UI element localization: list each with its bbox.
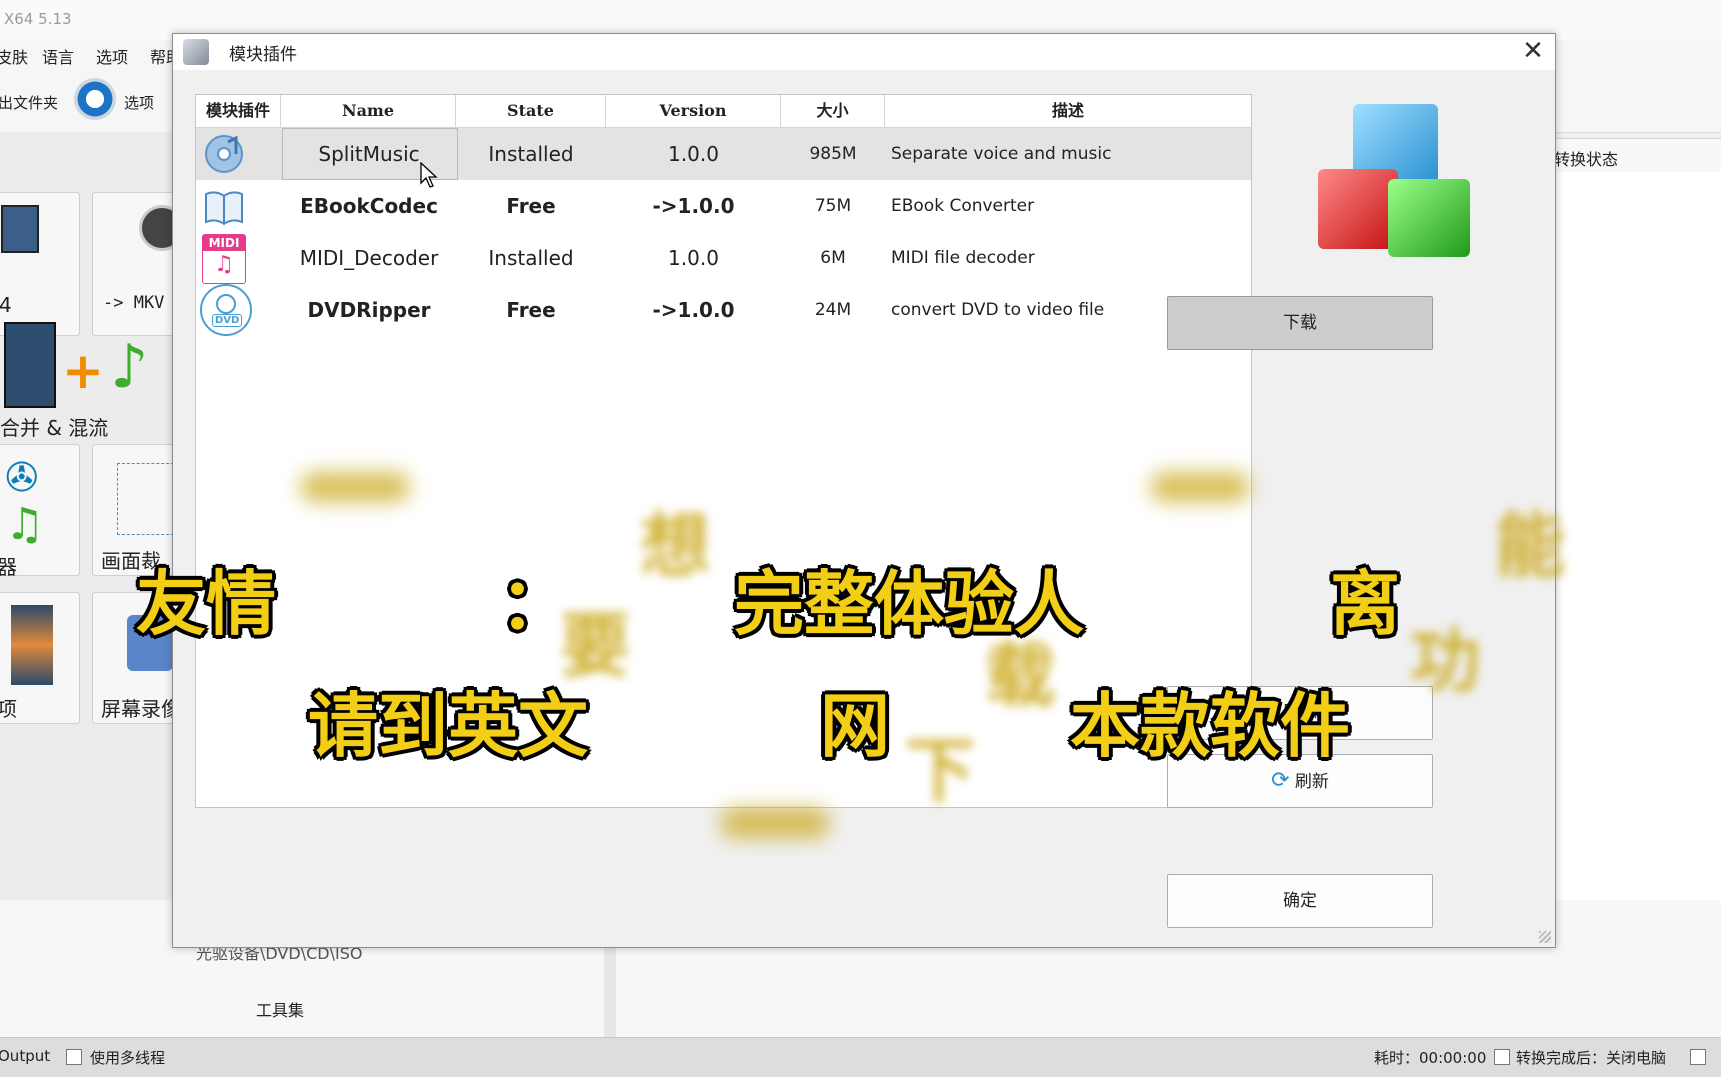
tile-converter-label: 器	[0, 555, 17, 579]
subtitle-word: 网	[820, 685, 890, 767]
plugin-description: Separate voice and music	[891, 144, 1112, 164]
dvd-icon-label: DVD	[212, 314, 243, 327]
plugin-name: DVDRipper	[307, 298, 431, 322]
tile-to-mkv-label: -> MKV	[103, 293, 165, 313]
subtitle-blur	[1150, 472, 1250, 502]
subtitle-word: 本款软件	[1070, 685, 1350, 767]
film-reel-icon: ✇	[5, 455, 39, 501]
note-icon: ♫	[5, 499, 45, 550]
subtitle-blur	[300, 472, 410, 502]
tools-label[interactable]: 工具集	[256, 997, 304, 1021]
photos-icon	[11, 605, 53, 685]
multithread-checkbox[interactable]	[66, 1049, 82, 1065]
output-folder-button[interactable]: 出文件夹	[0, 92, 58, 113]
floating-char: 功	[1410, 620, 1480, 702]
plugin-description: MIDI file decoder	[891, 248, 1035, 268]
app-title: X64 5.13	[4, 10, 72, 28]
ebook-icon	[205, 191, 243, 226]
subtitle-word: ：	[500, 563, 570, 645]
col-version[interactable]: Version	[606, 95, 781, 128]
subtitle-blur	[720, 808, 830, 838]
close-button[interactable]: ✕	[1517, 36, 1549, 68]
table-row[interactable]: DVD DVDRipper Free ->1.0.0 24M convert D…	[196, 284, 1251, 336]
menu-skin[interactable]: 皮肤	[0, 44, 28, 68]
col-plugin[interactable]: 模块插件	[196, 95, 281, 128]
midi-icon: MIDI ♫	[202, 234, 246, 284]
plugin-state: Installed	[488, 142, 574, 166]
plugin-state: Free	[506, 298, 556, 322]
floating-char: 想	[640, 505, 710, 587]
plugin-cubes-icon	[1318, 104, 1470, 257]
table-row[interactable]: SplitMusic Installed 1.0.0 985M Separate…	[196, 128, 1251, 188]
tile-converter[interactable]: ✇ ♫ 器	[0, 444, 80, 579]
music-split-icon	[205, 135, 243, 173]
tile-images-label: 项	[0, 697, 17, 721]
plugin-size: 985M	[809, 144, 857, 164]
crop-icon	[117, 463, 179, 535]
resize-grip-icon[interactable]	[1539, 931, 1551, 943]
conversion-state-header: 转换状态	[1545, 138, 1721, 174]
tile-merge[interactable]: + ♪ 合并 & 混流	[0, 312, 175, 440]
menu-language[interactable]: 语言	[42, 44, 74, 68]
options-button[interactable]: 选项	[124, 92, 154, 113]
subtitle-word: 完整体验人	[734, 563, 1084, 645]
menu-options[interactable]: 选项	[96, 44, 128, 68]
plugin-name: MIDI_Decoder	[299, 246, 439, 270]
plugin-description: EBook Converter	[891, 196, 1035, 216]
output-label: Output	[0, 1047, 51, 1065]
plugin-app-icon	[183, 39, 209, 65]
table-row[interactable]: EBookCodec Free ->1.0.0 75M EBook Conver…	[196, 180, 1251, 232]
elapsed-time: 耗时：00:00:00	[1374, 1049, 1487, 1067]
film-icon	[1, 205, 39, 253]
plugin-version: ->1.0.0	[652, 298, 735, 322]
download-button[interactable]: 下载	[1167, 296, 1433, 350]
dvd-icon: DVD	[200, 284, 252, 336]
music-note-icon: ♪	[110, 332, 149, 402]
plugin-version: 1.0.0	[668, 246, 719, 270]
plugin-size: 6M	[820, 248, 846, 268]
subtitle-word: 离	[1330, 563, 1400, 645]
multithread-label: 使用多线程	[90, 1049, 166, 1067]
after-done-checkbox[interactable]	[1494, 1049, 1510, 1065]
refresh-icon: ⟳	[1271, 768, 1290, 793]
col-name[interactable]: Name	[281, 95, 456, 128]
plugin-size: 24M	[814, 300, 852, 320]
refresh-label: 刷新	[1294, 772, 1329, 792]
tile-images[interactable]: 项	[0, 592, 80, 724]
col-size[interactable]: 大小	[781, 95, 885, 128]
subtitle-word: 友情	[136, 563, 276, 645]
plus-icon: +	[62, 342, 104, 400]
midi-note-icon: ♫	[214, 252, 234, 277]
subtitle-word: 请到英文	[308, 685, 588, 767]
plugin-state: Installed	[488, 246, 574, 270]
conversion-state-label: 转换状态	[1554, 150, 1619, 169]
extra-checkbox[interactable]	[1690, 1049, 1706, 1065]
dialog-title-bar: 模块插件 ✕	[173, 34, 1555, 70]
dialog-title: 模块插件	[229, 45, 297, 65]
after-done-label: 转换完成后：关闭电脑	[1516, 1049, 1667, 1067]
status-bar: Output 使用多线程 耗时：00:00:00 转换完成后：关闭电脑	[0, 1037, 1721, 1077]
film-strip-icon	[4, 322, 56, 408]
floating-char: 能	[1495, 505, 1565, 587]
plugin-version: 1.0.0	[668, 142, 719, 166]
options-gear-icon[interactable]	[74, 78, 116, 120]
dvd-hole-icon	[216, 294, 236, 314]
plugin-name: EBookCodec	[300, 194, 438, 218]
tile-screen-record-label: 屏幕录像	[101, 697, 181, 721]
col-description[interactable]: 描述	[885, 95, 1251, 128]
plugin-size: 75M	[814, 196, 852, 216]
plugin-state: Free	[506, 194, 556, 218]
floating-char: 下	[905, 730, 975, 812]
midi-icon-label: MIDI	[203, 235, 245, 251]
table-row[interactable]: MIDI ♫ MIDI_Decoder Installed 1.0.0 6M M…	[196, 232, 1251, 284]
plugin-version: ->1.0.0	[652, 194, 735, 218]
ok-button[interactable]: 确定	[1167, 874, 1433, 928]
tile-merge-label: 合并 & 混流	[0, 416, 109, 440]
col-state[interactable]: State	[456, 95, 606, 128]
